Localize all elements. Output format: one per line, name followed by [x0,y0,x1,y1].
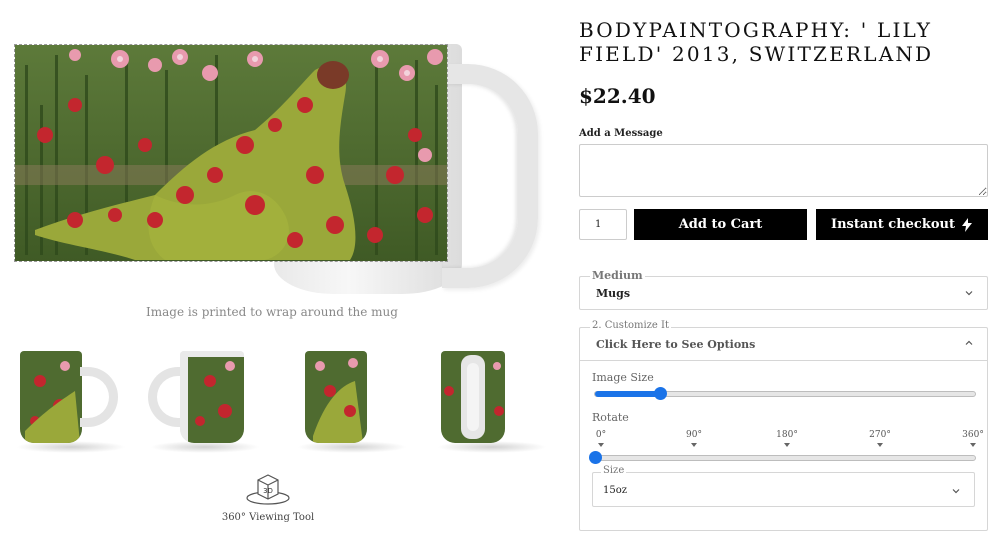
image-size-slider[interactable] [594,387,976,400]
rotate-tick-label: 360° [962,430,984,440]
thumb-mug-handle [80,367,118,427]
rotate-slider[interactable] [589,451,976,464]
message-input[interactable] [579,144,988,197]
instant-checkout-label: Instant checkout [831,217,955,232]
add-to-cart-button[interactable]: Add to Cart [634,209,807,240]
rotate-tick-label: 90° [686,430,702,440]
image-size-thumb[interactable] [654,387,667,400]
thumb-artwork [305,351,367,443]
thumb-mug-body [305,351,367,443]
rotate-tick-mark [598,443,604,447]
chevron-down-icon [965,291,973,296]
rotate-tick-label: 270° [869,430,891,440]
rotate-tick-mark [784,443,790,447]
rotate-tick-mark [691,443,697,447]
customize-toggle[interactable]: Click Here to See Options [580,328,987,361]
size-selected-value: 15oz [603,485,628,496]
thumbnail-mug-center[interactable] [293,345,413,457]
quantity-input[interactable] [579,209,627,240]
viewer-360-button[interactable]: 3D 360° Viewing Tool [218,472,318,523]
instant-checkout-button[interactable]: Instant checkout [816,209,988,240]
thumbnail-mug-left[interactable] [146,345,266,457]
thumb-artwork [441,351,505,443]
wrap-caption: Image is printed to wrap around the mug [146,305,398,319]
customize-toggle-label: Click Here to See Options [596,338,756,351]
image-size-label: Image Size [592,371,654,384]
thumb-mug-body [20,351,82,443]
rotate-tick-label: 0° [595,430,607,440]
lily-field-artwork [15,45,447,261]
3d-cube-icon: 3D [246,474,290,505]
medium-selected-value: Mugs [596,287,631,300]
thumbnail-strip [8,345,547,460]
medium-select[interactable]: Medium Mugs [579,269,988,310]
viewer-icon-label: 3D [263,487,273,495]
product-title: Bodypaintography: ' Lily Field' 2013, Sw… [579,18,934,66]
rotate-thumb[interactable] [589,451,602,464]
thumbnail-mug-handle-view[interactable] [433,345,553,457]
main-product-image[interactable] [12,40,538,298]
medium-legend: Medium [590,269,645,282]
rotate-label: Rotate [592,411,629,424]
mug-handle [442,64,538,288]
thumbnail-mug-front[interactable] [12,345,132,457]
chevron-up-icon [965,340,973,345]
thumb-artwork [20,351,82,443]
rotate-tick-label: 180° [776,430,798,440]
thumb-artwork [180,351,244,443]
rotate-tick-mark [970,443,976,447]
rotate-tick-mark [877,443,883,447]
add-to-cart-label: Add to Cart [678,217,763,232]
customize-panel: 2. Customize It Click Here to See Option… [579,320,988,531]
thumb-mug-body [441,351,505,443]
thumb-mug-body [180,351,244,443]
print-area-artwork [14,44,448,262]
message-label: Add a Message [579,128,663,139]
chevron-down-icon [952,489,960,494]
size-select[interactable]: Size 15oz [592,465,975,507]
viewer-label: 360° Viewing Tool [221,512,315,523]
size-legend: Size [601,465,627,476]
image-size-fill [595,391,660,397]
lightning-icon [961,217,972,232]
product-price: $22.40 [579,84,656,108]
